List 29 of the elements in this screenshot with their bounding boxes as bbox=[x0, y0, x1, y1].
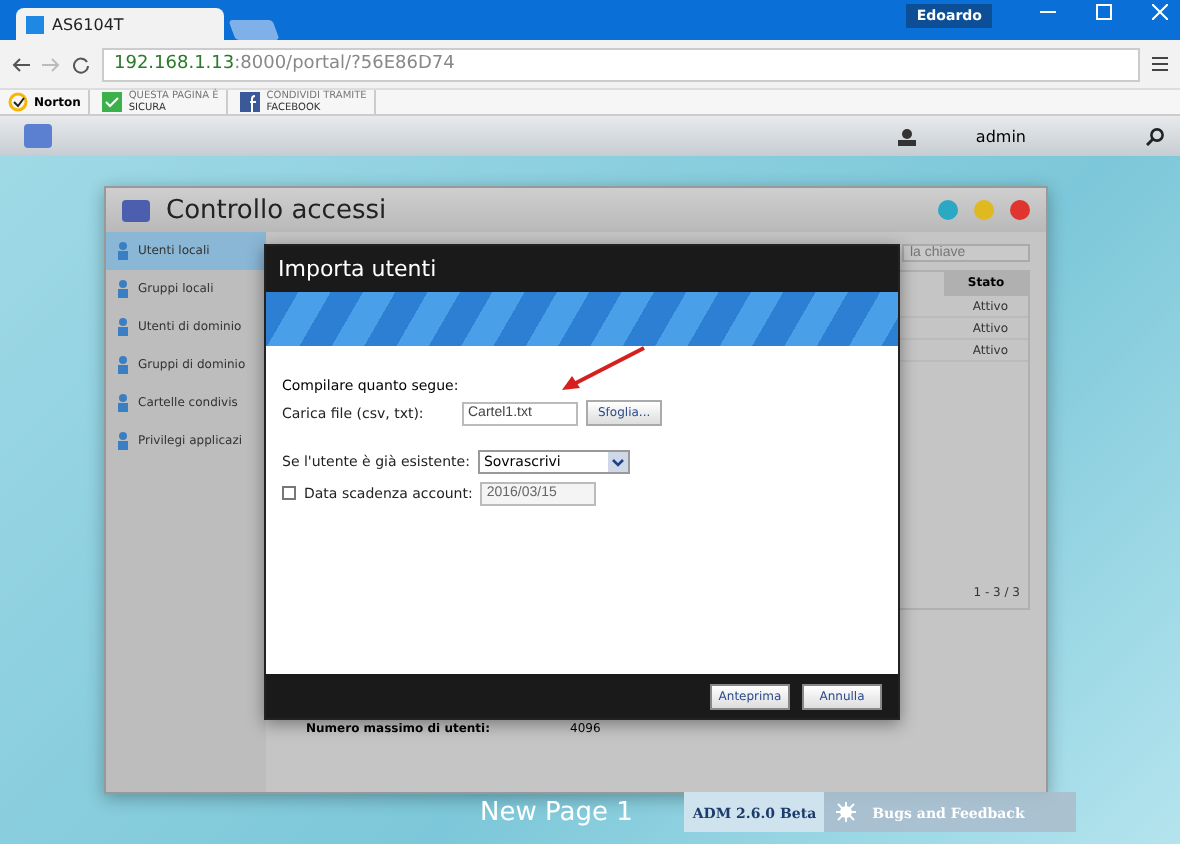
checkbox[interactable] bbox=[282, 486, 296, 500]
user-icon[interactable] bbox=[897, 127, 916, 145]
url-text: 192.168.1.13:8000/portal/?56E86D74 bbox=[114, 54, 455, 74]
search-icon[interactable] bbox=[1146, 127, 1164, 145]
dialog-title: Importa utenti bbox=[266, 246, 898, 292]
person-icon bbox=[116, 318, 130, 336]
person-icon bbox=[116, 394, 130, 412]
close-icon[interactable] bbox=[1152, 4, 1168, 20]
browser-tab[interactable]: AS6104T bbox=[16, 8, 224, 40]
address-bar[interactable]: 192.168.1.13:8000/portal/?56E86D74 bbox=[102, 47, 1140, 81]
maximize-icon[interactable] bbox=[1096, 4, 1112, 20]
back-arrow-icon[interactable] bbox=[12, 55, 30, 73]
person-icon bbox=[116, 280, 130, 298]
check-circle-icon bbox=[8, 92, 28, 112]
page-name: New Page 1 bbox=[480, 797, 633, 827]
person-icon bbox=[116, 242, 130, 260]
window-title: Controllo accessi bbox=[166, 195, 389, 225]
app-logo-icon bbox=[26, 15, 44, 33]
bug-icon bbox=[836, 802, 857, 822]
window-app-icon bbox=[122, 199, 150, 221]
person-icon bbox=[116, 356, 130, 374]
reload-icon[interactable] bbox=[72, 55, 90, 73]
person-icon bbox=[116, 432, 130, 450]
caret-icon bbox=[607, 451, 628, 471]
close-icon[interactable] bbox=[1010, 200, 1030, 220]
tab-title: AS6104T bbox=[52, 15, 124, 33]
menu-icon[interactable] bbox=[1152, 56, 1168, 72]
arrow-annotation bbox=[562, 346, 646, 394]
username: admin bbox=[975, 127, 1026, 145]
